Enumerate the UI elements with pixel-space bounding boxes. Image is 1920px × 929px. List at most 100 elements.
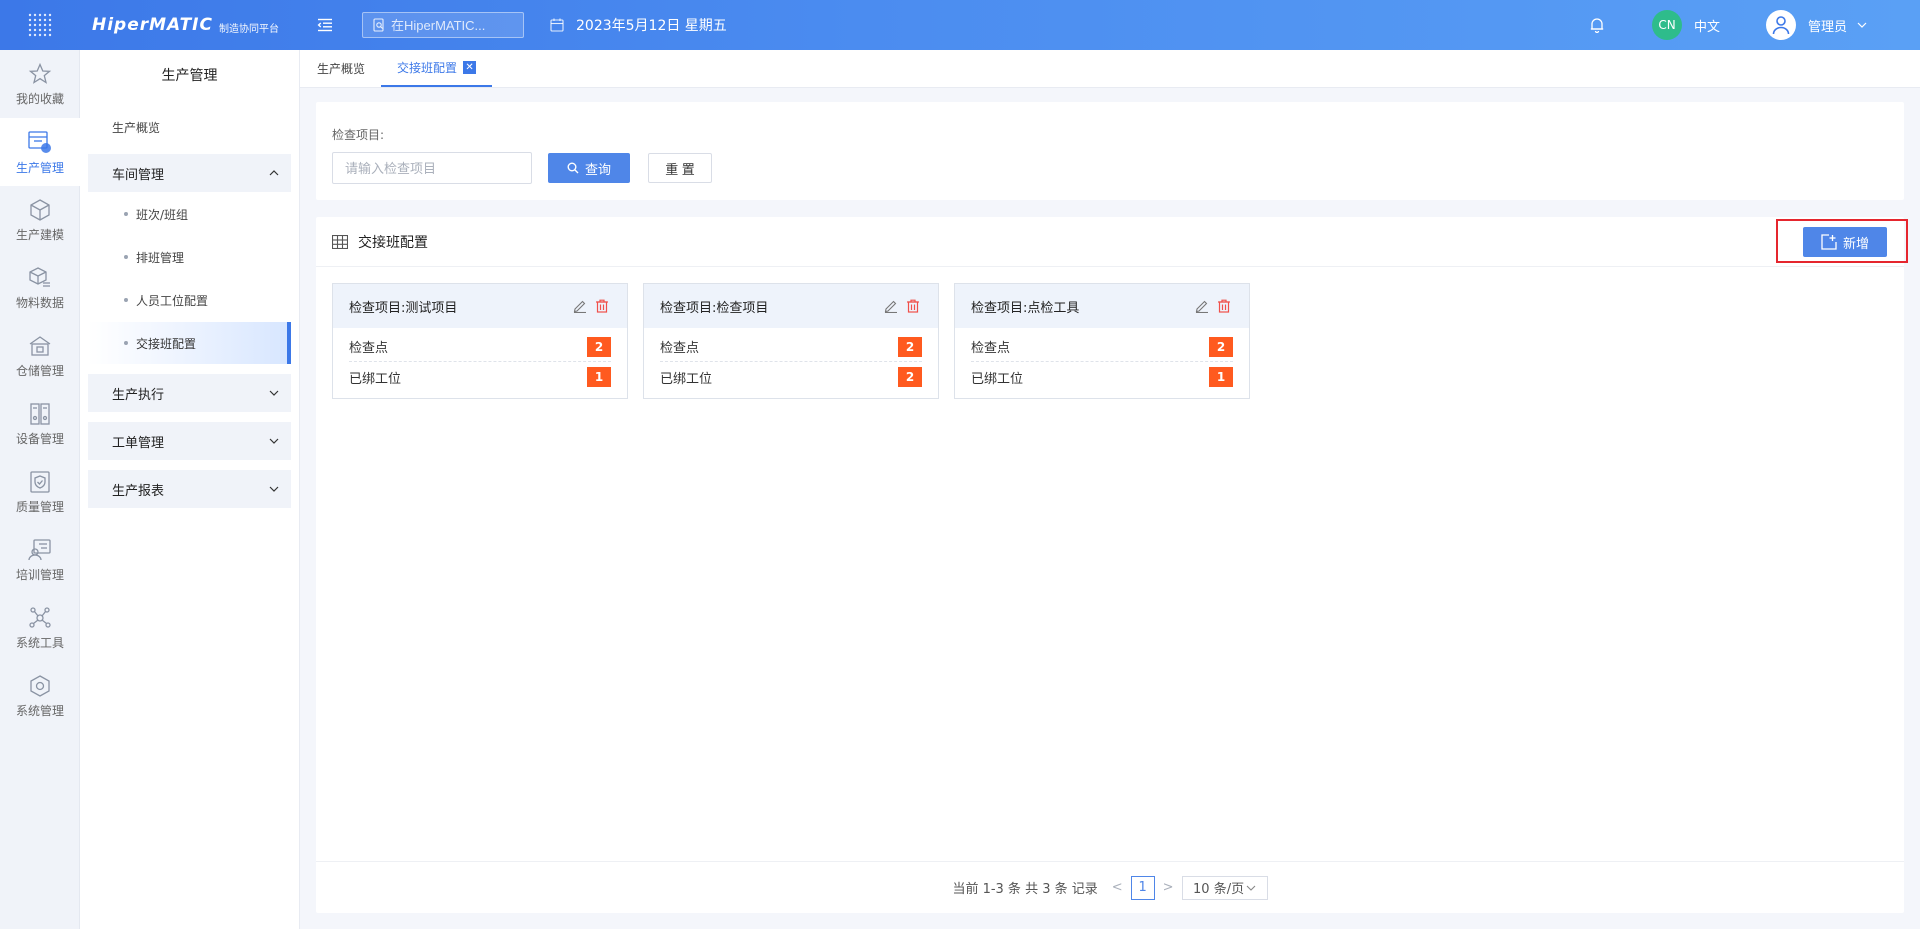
module-rail: 我的收藏 生产管理 生产建模 物料数据 仓储管理 设备管理 质量管理 培训管理 … <box>0 50 80 929</box>
sidebar-group-report[interactable]: 生产报表 <box>88 470 291 508</box>
sidebar-item-overview[interactable]: 生产概览 <box>80 106 299 148</box>
rail-item-tools[interactable]: 系统工具 <box>0 594 80 662</box>
count-badge: 1 <box>1209 367 1233 387</box>
quality-icon <box>30 470 50 493</box>
tab-label: 生产概览 <box>317 62 366 76</box>
rail-item-label: 生产管理 <box>15 160 64 175</box>
warehouse-icon <box>29 335 51 356</box>
chevron-down-icon <box>269 486 279 492</box>
rail-item-label: 设备管理 <box>15 431 64 446</box>
chevron-down-icon <box>1246 885 1256 891</box>
chevron-down-icon <box>269 390 279 396</box>
rail-item-favorites[interactable]: 我的收藏 <box>0 50 80 118</box>
card-header: 检查项目:检查项目 <box>644 284 938 328</box>
config-card: 检查项目:测试项目 检查点 2 已绑工位 1 <box>332 283 628 399</box>
page-tabs: 生产概览 交接班配置 ✕ <box>300 50 1920 88</box>
secondary-sidebar: 生产管理 生产概览 车间管理 班次/班组 排班管理 人员工位配置 交接班配置 生… <box>80 50 300 929</box>
rail-item-training[interactable]: 培训管理 <box>0 526 80 594</box>
chevron-up-icon <box>269 170 279 176</box>
rail-item-modeling[interactable]: 生产建模 <box>0 186 80 254</box>
row-label: 检查点 <box>660 341 700 356</box>
edit-icon[interactable] <box>571 297 589 315</box>
count-badge: 2 <box>587 336 611 357</box>
rail-item-label: 仓储管理 <box>15 363 64 378</box>
add-button[interactable]: 新增 <box>1803 227 1887 257</box>
row-label: 已绑工位 <box>660 371 713 387</box>
card-header: 检查项目:点检工具 <box>955 284 1249 328</box>
close-icon[interactable]: ✕ <box>463 61 477 74</box>
sidebar-item-label: 人员工位配置 <box>136 293 209 308</box>
rail-item-system[interactable]: 系统管理 <box>0 662 80 730</box>
sidebar-item-label: 交接班配置 <box>136 336 197 351</box>
card-row-stations: 已绑工位 1 <box>971 362 1233 392</box>
sidebar-group-label: 生产执行 <box>112 387 165 403</box>
language-switcher[interactable]: CN 中文 <box>1652 8 1720 42</box>
panel-title: 交接班配置 <box>358 234 428 251</box>
add-doc-icon <box>1821 234 1837 250</box>
rail-item-device[interactable]: 设备管理 <box>0 390 80 458</box>
tab-production-overview[interactable]: 生产概览 <box>317 50 365 87</box>
sidebar-group-label: 生产报表 <box>112 483 165 499</box>
card-title: 检查项目:点检工具 <box>971 300 1080 316</box>
language-badge: CN <box>1652 10 1682 40</box>
app-grid-icon[interactable] <box>0 0 80 50</box>
sidebar-group-workorder[interactable]: 工单管理 <box>88 422 291 460</box>
count-badge: 2 <box>1209 336 1233 357</box>
row-label: 已绑工位 <box>971 371 1024 387</box>
next-page-button[interactable]: > <box>1163 880 1174 895</box>
sidebar-group-execution[interactable]: 生产执行 <box>88 374 291 412</box>
sidebar-item-label: 排班管理 <box>136 250 185 265</box>
tools-icon <box>29 606 51 628</box>
training-icon <box>28 538 51 560</box>
rail-item-material[interactable]: 物料数据 <box>0 254 80 322</box>
rail-item-label: 质量管理 <box>15 499 64 514</box>
menu-toggle-icon[interactable] <box>314 14 336 36</box>
global-search-input[interactable] <box>391 17 511 33</box>
sidebar-item-shift-team[interactable]: 班次/班组 <box>88 193 291 235</box>
delete-icon[interactable] <box>1215 297 1233 315</box>
main-panel: 交接班配置 新增 检查项目:测试项目 检查点 2 已绑工位 1 检查项目:检查项… <box>316 217 1908 913</box>
reset-button[interactable]: 重 置 <box>648 153 712 183</box>
config-card: 检查项目:点检工具 检查点 2 已绑工位 1 <box>954 283 1250 399</box>
query-button[interactable]: 查询 <box>548 153 630 183</box>
calendar-icon <box>550 18 564 32</box>
table-icon <box>332 234 348 249</box>
rail-item-warehouse[interactable]: 仓储管理 <box>0 322 80 390</box>
sidebar-item-handover-config[interactable]: 交接班配置 <box>88 322 291 364</box>
material-icon <box>29 266 50 287</box>
sidebar-title: 生产管理 <box>161 68 218 84</box>
page-number-button[interactable]: 1 <box>1130 875 1155 900</box>
card-title: 检查项目:测试项目 <box>349 300 458 316</box>
delete-icon[interactable] <box>904 297 922 315</box>
prev-page-button[interactable]: < <box>1112 880 1123 895</box>
edit-icon[interactable] <box>882 297 900 315</box>
rail-item-label: 培训管理 <box>15 567 64 582</box>
rail-item-production[interactable]: 生产管理 <box>0 118 80 186</box>
card-actions <box>1189 297 1233 315</box>
logo-sub-text: 制造协同平台 <box>218 23 279 35</box>
bullet-icon <box>124 298 128 302</box>
card-row-stations: 已绑工位 2 <box>660 362 922 392</box>
config-card: 检查项目:检查项目 检查点 2 已绑工位 2 <box>643 283 939 399</box>
count-badge: 1 <box>587 367 611 387</box>
user-menu[interactable]: 管理员 <box>1766 8 1867 42</box>
sidebar-item-station-config[interactable]: 人员工位配置 <box>88 279 291 321</box>
filter-label: 检查项目: <box>332 128 385 142</box>
tab-handover-config[interactable]: 交接班配置 ✕ <box>381 50 493 87</box>
notification-bell-icon[interactable] <box>1586 14 1608 36</box>
global-search[interactable] <box>362 12 524 38</box>
sidebar-item-scheduling[interactable]: 排班管理 <box>88 236 291 278</box>
check-item-input[interactable] <box>332 152 532 184</box>
bullet-icon <box>124 212 128 216</box>
page-size-select[interactable]: 10 条/页 <box>1181 875 1268 900</box>
cube-icon <box>30 198 50 221</box>
logo: HiperMATIC 制造协同平台 <box>92 0 279 50</box>
bullet-icon <box>124 341 128 345</box>
rail-item-quality[interactable]: 质量管理 <box>0 458 80 526</box>
delete-icon[interactable] <box>593 297 611 315</box>
edit-icon[interactable] <box>1193 297 1211 315</box>
date-text: 2023年5月12日 星期五 <box>576 18 727 34</box>
pagination: 当前 1-3 条 共 3 条 记录 < 1 > 10 条/页 <box>316 861 1904 913</box>
sidebar-group-workshop[interactable]: 车间管理 <box>88 154 291 192</box>
tab-label: 交接班配置 <box>397 61 458 75</box>
